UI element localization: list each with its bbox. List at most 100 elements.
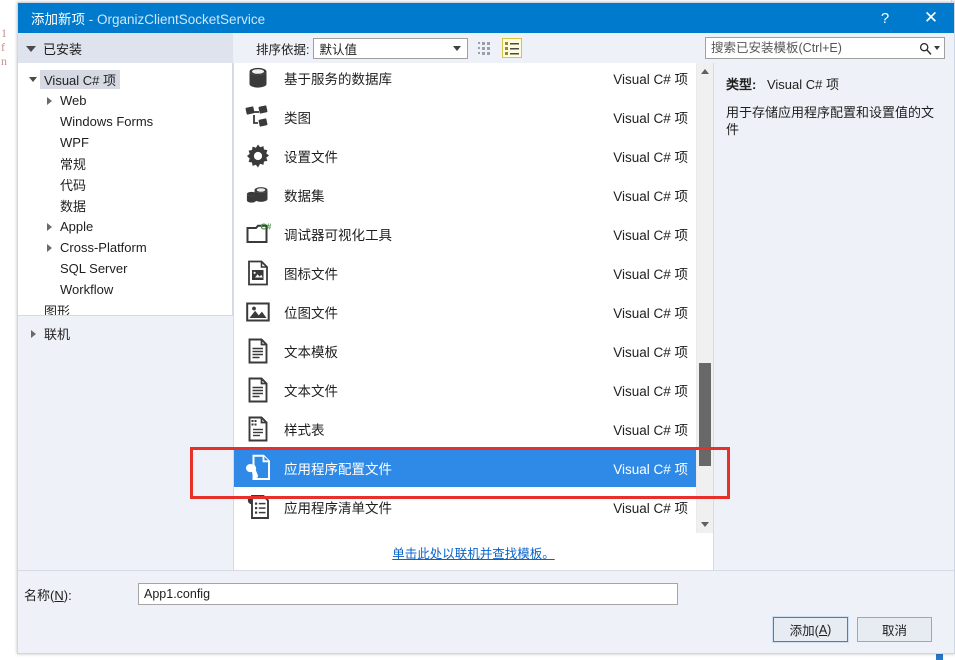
background-left-text-line: 1 bbox=[1, 26, 7, 40]
tree-item-[interactable]: 图形 bbox=[18, 300, 232, 315]
template-list-item[interactable]: 应用程序配置文件 Visual C# 项 bbox=[234, 448, 696, 487]
background-left-text-line: n bbox=[1, 54, 7, 68]
detail-description: 用于存储应用程序配置和设置值的文件 bbox=[726, 105, 935, 137]
template-item-name: 类图 bbox=[284, 110, 311, 126]
template-list-item[interactable]: 应用程序清单文件 Visual C# 项 bbox=[234, 487, 696, 526]
app-config-file-icon bbox=[243, 453, 273, 483]
templates-list[interactable]: 基于服务的数据库 Visual C# 项 类图 Visual C# 项 设置文件 Vi… bbox=[234, 63, 696, 528]
tree-item-label: 常规 bbox=[60, 157, 87, 172]
template-list-item[interactable]: 文本模板 Visual C# 项 bbox=[234, 331, 696, 370]
tree-item-apple[interactable]: Apple bbox=[18, 216, 232, 237]
template-list-item[interactable]: 基于服务的数据库 Visual C# 项 bbox=[234, 63, 696, 97]
search-box[interactable] bbox=[705, 37, 945, 59]
templates-scrollbar[interactable] bbox=[696, 63, 713, 533]
template-item-name: 文本文件 bbox=[284, 383, 338, 399]
settings-gear-icon bbox=[243, 141, 273, 171]
templates-list-viewport: 基于服务的数据库 Visual C# 项 类图 Visual C# 项 设置文件 Vi… bbox=[234, 63, 713, 533]
help-icon[interactable]: ? bbox=[862, 3, 908, 33]
chevron-right-icon[interactable] bbox=[42, 96, 56, 105]
template-list-item[interactable]: 位图文件 Visual C# 项 bbox=[234, 292, 696, 331]
stylesheet-icon bbox=[243, 414, 273, 444]
template-list-item[interactable]: 数据集 Visual C# 项 bbox=[234, 175, 696, 214]
tree-item-web[interactable]: Web bbox=[18, 90, 232, 111]
template-item-name: 调试器可视化工具 bbox=[284, 227, 392, 243]
template-item-kind: Visual C# 项 bbox=[613, 305, 688, 321]
tree-item-cross-platform[interactable]: Cross-Platform bbox=[18, 237, 232, 258]
template-list-item[interactable]: C# 调试器可视化工具 Visual C# 项 bbox=[234, 214, 696, 253]
background-left-text: 1fn bbox=[1, 26, 15, 68]
template-item-kind: Visual C# 项 bbox=[613, 149, 688, 165]
dialog-toolbar: 已安装 排序依据: 默认值 bbox=[18, 33, 954, 63]
tree-item-[interactable]: 代码 bbox=[18, 174, 232, 195]
bitmap-file-icon bbox=[243, 297, 273, 327]
tree-item-visual-c#[interactable]: Visual C# 项 bbox=[18, 69, 232, 90]
add-new-item-dialog: 添加新项 - OrganizClientSocketService ? ✕ 已安… bbox=[17, 2, 955, 654]
search-icon bbox=[919, 42, 932, 55]
template-list-item[interactable]: 类图 Visual C# 项 bbox=[234, 97, 696, 136]
tree-item-windows-forms[interactable]: Windows Forms bbox=[18, 111, 232, 132]
online-templates-link[interactable]: 单击此处以联机并查找模板。 bbox=[392, 543, 555, 562]
search-input[interactable] bbox=[706, 40, 914, 56]
dialog-body: Visual C# 项 Web Windows Forms WPF 常规代码数据 Appl… bbox=[18, 63, 954, 570]
tree-item-[interactable]: 数据 bbox=[18, 195, 232, 216]
add-button[interactable]: 添加(A) bbox=[772, 616, 849, 643]
template-list-item[interactable]: 图标文件 Visual C# 项 bbox=[234, 253, 696, 292]
tree-item-label: Web bbox=[60, 93, 87, 108]
scroll-down-arrow-icon[interactable] bbox=[697, 516, 713, 533]
tree-item-workflow[interactable]: Workflow bbox=[18, 279, 232, 300]
cancel-button[interactable]: 取消 bbox=[857, 617, 932, 642]
scrollbar-thumb[interactable] bbox=[699, 363, 711, 466]
debugger-visualizer-icon: C# bbox=[243, 219, 273, 249]
sort-by-dropdown[interactable]: 默认值 bbox=[313, 37, 469, 59]
text-template-icon bbox=[243, 336, 273, 366]
app-manifest-file-icon bbox=[243, 492, 273, 522]
database-icon bbox=[243, 63, 273, 93]
tree-item-label: WPF bbox=[60, 135, 89, 150]
tree-item-wpf[interactable]: WPF bbox=[18, 132, 232, 153]
text-file-icon bbox=[243, 375, 273, 405]
template-item-name: 样式表 bbox=[284, 422, 325, 438]
template-list-item[interactable]: 设置文件 Visual C# 项 bbox=[234, 136, 696, 175]
tree-item-label: 图形 bbox=[44, 304, 71, 315]
categories-pane: Visual C# 项 Web Windows Forms WPF 常规代码数据 Appl… bbox=[18, 63, 233, 570]
dialog-title-project: OrganizClientSocketService bbox=[97, 12, 266, 27]
tree-item-label: 代码 bbox=[60, 178, 87, 193]
tree-item-[interactable]: 联机 bbox=[18, 323, 233, 344]
templates-pane: 基于服务的数据库 Visual C# 项 类图 Visual C# 项 设置文件 Vi… bbox=[233, 63, 714, 570]
installed-section-header[interactable]: 已安装 bbox=[18, 33, 233, 63]
list-view-icon[interactable] bbox=[502, 38, 523, 58]
add-button-label-pre: 添加( bbox=[789, 624, 819, 638]
search-icon-group bbox=[914, 42, 944, 55]
sort-by-label: 排序依据: bbox=[256, 42, 310, 57]
background-left-text-line: f bbox=[1, 40, 5, 54]
template-item-kind: Visual C# 项 bbox=[613, 383, 688, 399]
background-bottom-strip bbox=[0, 654, 955, 660]
chevron-right-icon[interactable] bbox=[26, 329, 40, 338]
template-item-name: 图标文件 bbox=[284, 266, 338, 282]
tree-item-label: Visual C# 项 bbox=[40, 70, 121, 89]
sort-by-value: 默认值 bbox=[319, 42, 357, 57]
tree-item-label: Cross-Platform bbox=[60, 240, 147, 255]
name-input[interactable] bbox=[138, 583, 678, 605]
icon-file-icon bbox=[243, 258, 273, 288]
chevron-down-icon bbox=[453, 45, 462, 51]
template-item-name: 应用程序配置文件 bbox=[284, 461, 392, 477]
template-list-item[interactable]: 文本文件 Visual C# 项 bbox=[234, 370, 696, 409]
tree-item-label: Apple bbox=[60, 219, 94, 234]
dataset-icon bbox=[243, 180, 273, 210]
sort-by-group: 排序依据: 默认值 bbox=[256, 37, 469, 59]
tree-item-sql-server[interactable]: SQL Server bbox=[18, 258, 232, 279]
tree-item-[interactable]: 常规 bbox=[18, 153, 232, 174]
chevron-right-icon[interactable] bbox=[42, 243, 56, 252]
chevron-down-icon[interactable] bbox=[933, 46, 940, 50]
scrollbar-track[interactable] bbox=[697, 80, 713, 516]
scroll-up-arrow-icon[interactable] bbox=[697, 63, 713, 80]
svg-text:C#: C# bbox=[261, 221, 272, 231]
tree-item-label: SQL Server bbox=[60, 261, 128, 276]
class-diagram-icon bbox=[243, 102, 273, 132]
template-list-item[interactable]: 样式表 Visual C# 项 bbox=[234, 409, 696, 448]
close-icon[interactable]: ✕ bbox=[908, 3, 954, 33]
chevron-right-icon[interactable] bbox=[42, 222, 56, 231]
chevron-down-icon[interactable] bbox=[26, 77, 40, 82]
grid-view-icon[interactable] bbox=[475, 38, 495, 58]
